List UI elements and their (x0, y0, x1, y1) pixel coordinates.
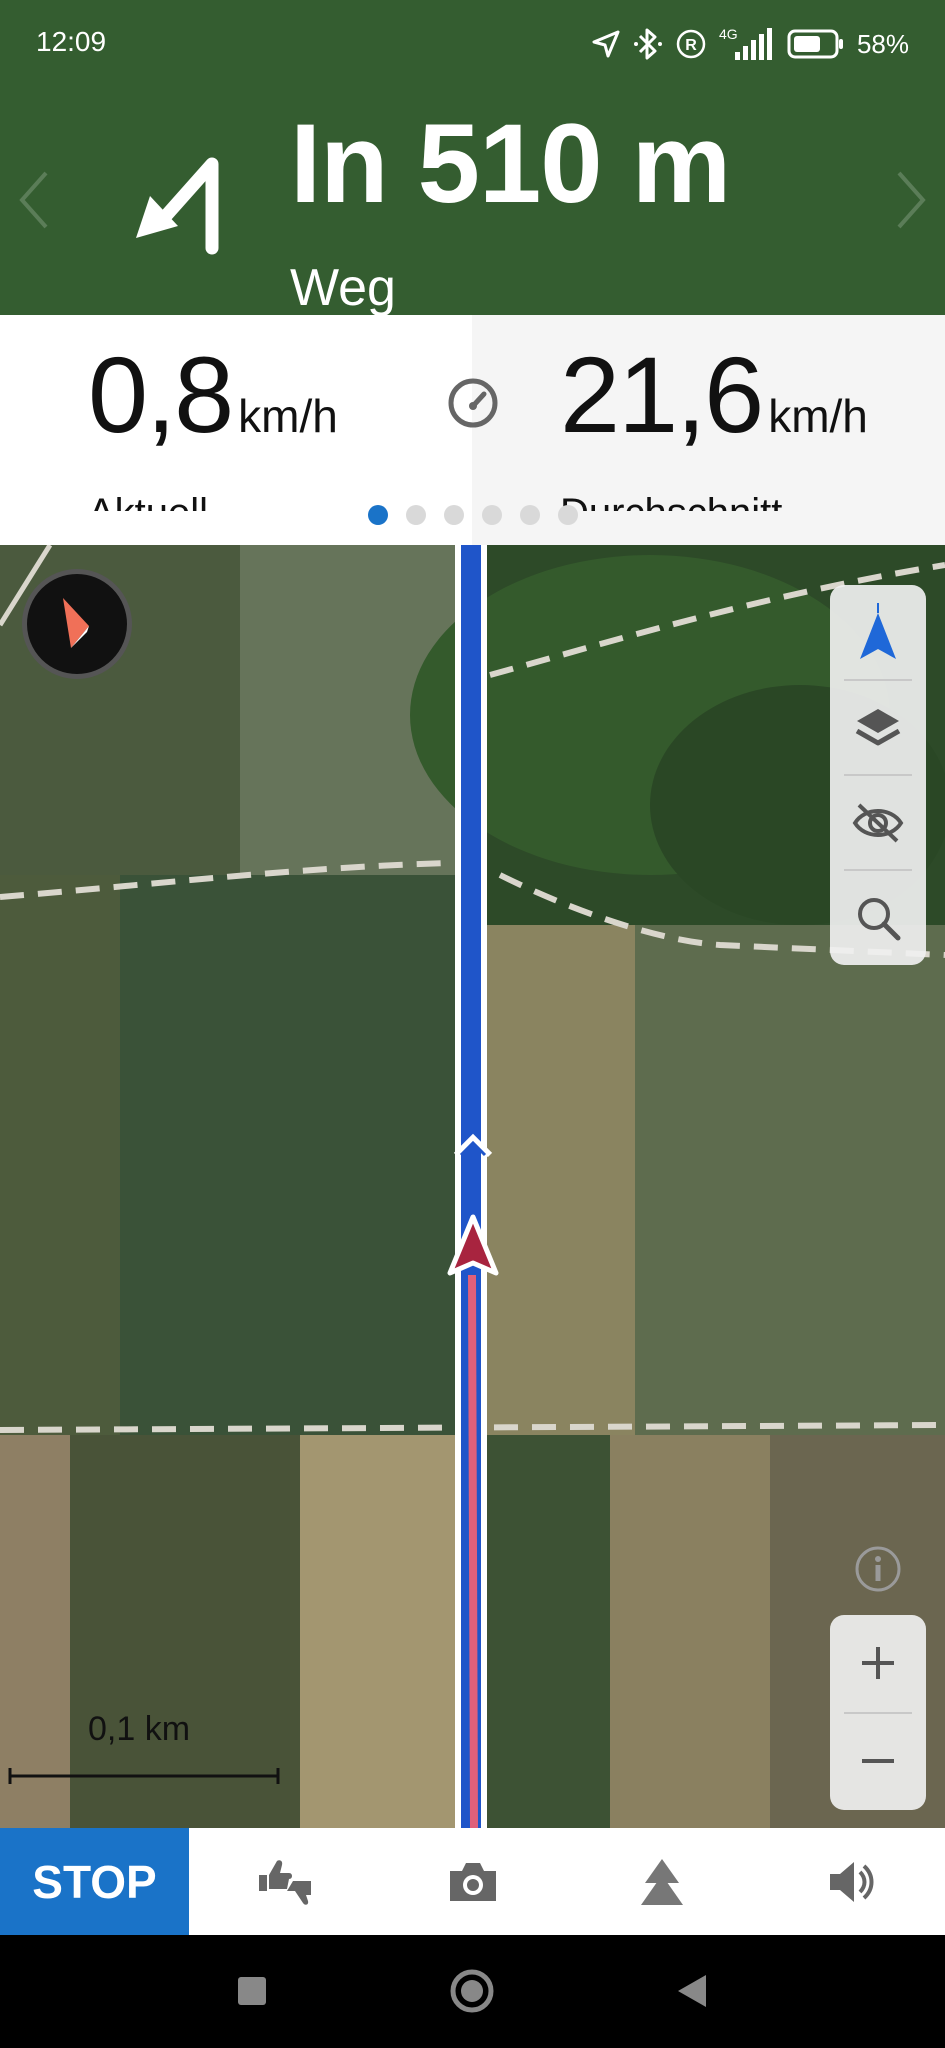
battery-percent: 58% (856, 28, 909, 59)
previous-instruction-chevron-icon[interactable] (14, 165, 54, 235)
info-icon[interactable] (854, 1545, 902, 1593)
layers-icon (855, 708, 901, 745)
svg-text:R: R (685, 37, 697, 54)
status-bar: 12:09 R 4G 58% (0, 0, 945, 88)
camera-button[interactable] (378, 1828, 567, 1935)
zoom-in-icon (862, 1646, 894, 1679)
zoom-controls (830, 1615, 926, 1810)
layers-button[interactable] (830, 680, 926, 775)
average-speed-value: 21,6 (560, 341, 764, 455)
page-dot[interactable] (519, 505, 540, 525)
average-speed: 21,6km/h Durchschnitt (560, 341, 930, 511)
street-name: Weg (290, 259, 396, 315)
stop-navigation-button[interactable]: STOP (0, 1828, 189, 1935)
location-arrow-icon (860, 602, 896, 659)
page-dot[interactable] (367, 505, 388, 525)
recents-button[interactable] (224, 1963, 280, 2019)
recents-icon (238, 1977, 266, 2005)
roaming-icon: R (676, 29, 706, 59)
back-icon (678, 1975, 706, 2007)
direction-icon (640, 1858, 683, 1905)
camera-icon (449, 1862, 496, 1901)
feedback-button[interactable] (189, 1828, 378, 1935)
page-dot[interactable] (443, 505, 464, 525)
zoom-in-button[interactable] (830, 1615, 926, 1710)
battery-icon (787, 29, 843, 59)
current-speed-value: 0,8 (88, 341, 234, 455)
page-dot[interactable] (405, 505, 426, 525)
signal-icon (734, 28, 772, 60)
search-button[interactable] (830, 870, 926, 965)
current-speed-unit: km/h (238, 390, 338, 442)
next-instruction-chevron-icon[interactable] (891, 165, 931, 235)
thumbs-icon (258, 1859, 311, 1905)
scale-line (8, 1768, 280, 1784)
page-dot[interactable] (481, 505, 502, 525)
page-dot[interactable] (557, 505, 578, 525)
turn-sharp-left-icon (136, 157, 219, 255)
navigation-header: 12:09 R 4G 58% In 510 m Weg (0, 0, 945, 315)
zoom-out-icon (862, 1758, 894, 1763)
compass-button[interactable] (22, 569, 132, 679)
map-controls (830, 585, 926, 965)
map-view[interactable]: 0,1 km (0, 545, 945, 1828)
volume-icon (829, 1861, 873, 1902)
compass-icon (63, 598, 89, 648)
search-icon (858, 897, 901, 940)
system-navigation-bar (0, 1935, 945, 2048)
status-time: 12:09 (36, 26, 107, 57)
eye-off-icon (852, 803, 904, 842)
average-speed-unit: km/h (768, 390, 868, 442)
bottom-toolbar: STOP (0, 1828, 945, 1935)
location-arrow-icon (592, 30, 620, 58)
home-button[interactable] (444, 1963, 500, 2019)
speedometer-icon (448, 378, 498, 428)
stats-page-indicator (0, 505, 945, 525)
zoom-out-button[interactable] (830, 1713, 926, 1808)
map-scale-bar: 0,1 km (8, 1710, 288, 1790)
scale-label: 0,1 km (88, 1710, 191, 1748)
recenter-button[interactable] (830, 585, 926, 680)
volume-button[interactable] (756, 1828, 945, 1935)
satellite-map[interactable] (0, 545, 945, 1828)
bluetooth-icon (633, 28, 662, 60)
direction-button[interactable] (567, 1828, 756, 1935)
network-signal: 4G (719, 26, 775, 62)
hide-overlay-button[interactable] (830, 775, 926, 870)
current-speed: 0,8km/h Aktuell (88, 341, 428, 511)
home-icon (450, 1969, 494, 2013)
maneuver-distance: In 510 m (290, 101, 731, 226)
back-button[interactable] (664, 1963, 720, 2019)
status-icons: R 4G 58% (591, 22, 909, 66)
